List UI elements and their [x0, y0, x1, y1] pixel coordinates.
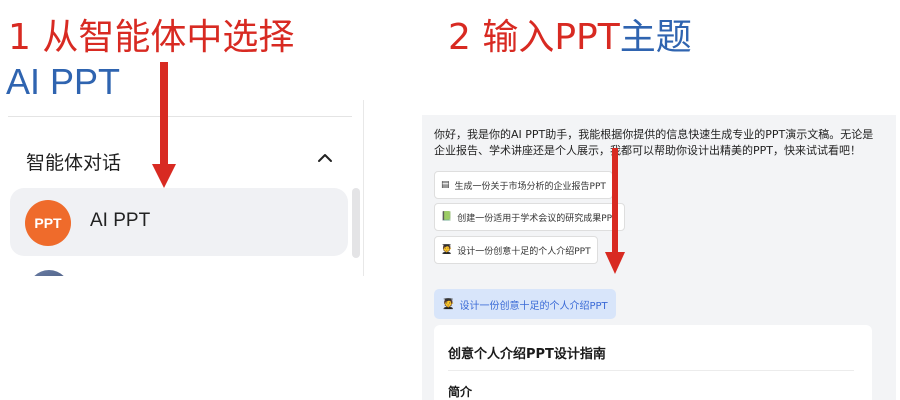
suggestion-label: 生成一份关于市场分析的企业报告PPT [454, 181, 606, 192]
student-icon: 🧑‍🎓 [442, 298, 455, 310]
document-icon: ▤ [441, 180, 450, 190]
response-section-heading: 简介 [448, 385, 473, 399]
step2-heading-number: 2 输入PPT [448, 17, 620, 58]
suggestion-chip-market-report[interactable]: ▤ 生成一份关于市场分析的企业报告PPT [434, 171, 613, 199]
chat-panel: 你好，我是你的AI PPT助手，我能根据你提供的信息快速生成专业的PPT演示文稿… [422, 115, 896, 400]
screenshot-crop-mask [0, 276, 364, 400]
step2-heading-end: 主题 [619, 17, 692, 58]
assistant-intro-message: 你好，我是你的AI PPT助手，我能根据你提供的信息快速生成专业的PPT演示文稿… [434, 128, 874, 157]
chevron-up-icon[interactable] [314, 147, 336, 169]
sidebar-scrollbar[interactable] [352, 188, 360, 258]
response-divider [448, 370, 854, 371]
user-message-text: 设计一份创意十足的个人介绍PPT [459, 300, 608, 312]
suggestion-chip-personal-intro[interactable]: 🧑‍🎓 设计一份创意十足的个人介绍PPT [434, 236, 598, 264]
suggestion-label: 创建一份适用于学术会议的研究成果PPT [457, 213, 618, 224]
sidebar-section-title[interactable]: 智能体对话 [26, 148, 121, 175]
suggestion-chip-research[interactable]: 📗 创建一份适用于学术会议的研究成果PPT [434, 203, 625, 231]
book-icon: 📗 [441, 212, 453, 222]
sidebar-item-label: AI PPT [90, 210, 151, 231]
suggestion-label: 设计一份创意十足的个人介绍PPT [457, 246, 591, 257]
response-title: 创意个人介绍PPT设计指南 [448, 347, 606, 362]
annotation-arrow-right [605, 148, 625, 274]
assistant-response-card: 创意个人介绍PPT设计指南 简介 [434, 325, 872, 400]
step2-heading: 2 输入PPT主题 [448, 18, 692, 58]
student-icon: 🧑‍🎓 [441, 245, 453, 255]
user-message-bubble: 🧑‍🎓 设计一份创意十足的个人介绍PPT [434, 289, 616, 319]
ppt-avatar-icon: PPT [25, 200, 71, 246]
step1-heading: 1 从智能体中选择 [8, 17, 295, 58]
sidebar-right-divider [363, 100, 364, 276]
annotation-arrow-left [152, 62, 176, 188]
step1-subheading: AI PPT [6, 61, 121, 102]
sidebar-item-ai-ppt[interactable]: PPT AI PPT [10, 188, 348, 256]
